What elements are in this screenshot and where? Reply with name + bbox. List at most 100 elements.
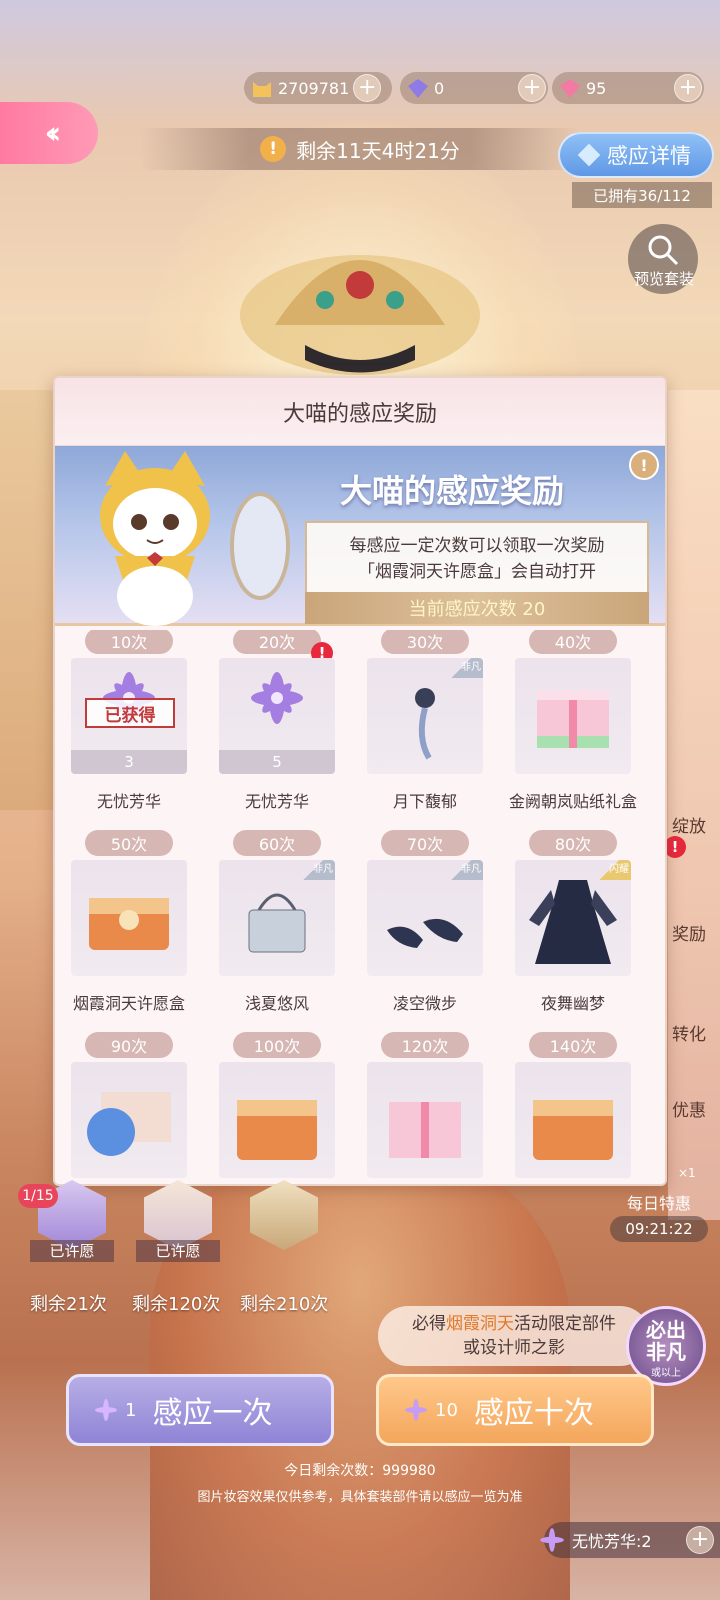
- reward-slot: [71, 1062, 187, 1178]
- daily-deal-label: 每日特惠: [626, 1194, 691, 1213]
- side-bloom[interactable]: 绽放: [672, 812, 706, 837]
- guarantee-line2: 或设计师之影: [463, 1338, 565, 1358]
- gift-box-icon: [537, 690, 609, 748]
- add-flower-button[interactable]: +: [686, 1526, 714, 1554]
- reward-name: 夜舞幽梦: [540, 994, 605, 1013]
- double-chevron-left-icon: ‹‹: [44, 115, 61, 151]
- current-sense-count: 当前感应次数 20: [305, 592, 649, 624]
- rarity-tag: 闪耀: [593, 860, 631, 880]
- reward-item[interactable]: 60次 非凡 浅夏悠风: [203, 830, 351, 1030]
- back-button[interactable]: ‹‹: [0, 102, 98, 164]
- reward-slot: [515, 658, 631, 774]
- flower-currency-icon: [540, 1528, 564, 1552]
- mirror-image: [230, 492, 290, 600]
- reward-name: 无忧芳华: [96, 792, 161, 811]
- reward-item[interactable]: 100次: [203, 1032, 351, 1184]
- add-diamonds-button[interactable]: +: [518, 74, 546, 102]
- wish-remaining: 剩余120次: [132, 1294, 221, 1315]
- guarantee-banner: 必得烟霞洞天活动限定部件 或设计师之影: [378, 1306, 650, 1366]
- add-coins-button[interactable]: +: [353, 74, 382, 102]
- reward-slot: 非凡: [219, 860, 335, 976]
- reward-slot: 5: [219, 658, 335, 774]
- today-remaining: 今日剩余次数：999980: [284, 1463, 436, 1479]
- cat-mascot-image: [100, 451, 210, 626]
- rarity-tag: 非凡: [445, 860, 483, 880]
- reward-name: 浅夏悠风: [244, 994, 309, 1013]
- reward-item[interactable]: 140次: [499, 1032, 647, 1184]
- gift-box-icon: [389, 1102, 461, 1158]
- crown-artwork: [240, 255, 480, 375]
- modal-title: 大喵的感应奖励: [55, 378, 665, 446]
- wish-status: 已许愿: [136, 1240, 220, 1262]
- add-pink-diamonds-button[interactable]: +: [674, 74, 702, 102]
- guarantee-post: 活动限定部件: [514, 1314, 616, 1334]
- reward-modal: 大喵的感应奖励 大喵的感应奖励 ! 每感应一定次数可以领取一次奖励 「烟霞洞天许…: [53, 376, 667, 1186]
- pink-diamond-value: 95: [586, 78, 607, 98]
- reward-banner: 大喵的感应奖励 ! 每感应一定次数可以领取一次奖励 「烟霞洞天许愿盒」会自动打开…: [55, 446, 665, 626]
- exclamation-icon: !: [260, 136, 287, 162]
- reward-item[interactable]: 80次 闪耀 夜舞幽梦: [499, 830, 647, 1030]
- daily-multiplier: ×1: [678, 1166, 696, 1180]
- reward-name: 凌空微步: [392, 994, 457, 1013]
- reward-slot: [71, 860, 187, 976]
- wish-box-icon: [89, 898, 169, 950]
- reward-grid: 10次 已获得 3 无忧芳华 20次 ! 5 无忧芳华 30次 非凡 月下馥郁: [55, 630, 665, 1184]
- reward-threshold: 20次: [233, 630, 321, 654]
- rarity-tag: 非凡: [297, 860, 335, 880]
- sense-details-label: 感应详情: [607, 144, 691, 168]
- side-discount[interactable]: 优惠: [672, 1096, 706, 1121]
- sense-details-button[interactable]: 感应详情: [558, 132, 714, 178]
- box-icon: [87, 1092, 171, 1156]
- reward-name: 月下馥郁: [392, 792, 457, 811]
- wish-slot[interactable]: 已许愿: [136, 1180, 220, 1266]
- reward-threshold: 40次: [529, 630, 617, 654]
- side-reward[interactable]: 奖励: [672, 920, 706, 945]
- reward-quantity: 5: [219, 750, 335, 774]
- sense-ten-label: 感应十次: [473, 1396, 594, 1431]
- sense-once-label: 感应一次: [152, 1396, 273, 1431]
- sense-once-button[interactable]: 1 感应一次: [66, 1374, 334, 1446]
- banner-title: 大喵的感应奖励: [340, 472, 565, 510]
- timer-text: 剩余11天4时21分: [296, 138, 460, 163]
- reward-slot: 非凡: [367, 658, 483, 774]
- must-line2: 非凡: [646, 1340, 686, 1364]
- flower-resource-counter: 无忧芳华:2 +: [540, 1522, 720, 1558]
- reward-item[interactable]: 30次 非凡 月下馥郁: [351, 630, 499, 828]
- reward-item[interactable]: 50次 烟霞洞天许愿盒: [55, 830, 203, 1030]
- sense-ten-button[interactable]: 10 感应十次: [376, 1374, 654, 1446]
- wish-slot[interactable]: [246, 1180, 322, 1266]
- coin-value: 2709781: [278, 78, 350, 98]
- reward-threshold: 100次: [233, 1032, 321, 1058]
- reward-item[interactable]: 20次 ! 5 无忧芳华: [203, 630, 351, 828]
- reward-name: 金阙朝岚贴纸礼盒: [508, 792, 637, 811]
- reward-item[interactable]: 90次: [55, 1032, 203, 1184]
- owned-count: 已拥有36/112: [572, 182, 712, 208]
- purple-diamond-icon: [408, 79, 428, 98]
- guarantee-pre: 必得: [412, 1314, 446, 1334]
- reward-threshold: 30次: [381, 630, 469, 654]
- reward-slot: 闪耀: [515, 860, 631, 976]
- wish-remaining: 剩余210次: [240, 1294, 329, 1315]
- wish-box-icon: [533, 1100, 613, 1160]
- background-fabric: [0, 390, 60, 810]
- reward-item[interactable]: 120次: [351, 1032, 499, 1184]
- side-convert[interactable]: 转化: [672, 1020, 706, 1045]
- must-line1: 必出: [646, 1318, 686, 1342]
- info-line-1: 每感应一定次数可以领取一次奖励: [349, 536, 605, 556]
- blue-diamond-value: 0: [434, 78, 445, 98]
- wish-remaining: 剩余21次: [30, 1294, 107, 1315]
- diamond-icon: [577, 143, 601, 167]
- wish-box-icon: [237, 1100, 317, 1160]
- rarity-tag: 非凡: [445, 658, 483, 678]
- flower-currency-icon: [95, 1399, 117, 1421]
- info-exclamation-icon[interactable]: !: [629, 450, 659, 480]
- reward-item[interactable]: 70次 非凡 凌空微步: [351, 830, 499, 1030]
- daily-deal-time: 09:21:22: [610, 1216, 708, 1242]
- event-timer: ! 剩余11天4时21分: [140, 128, 580, 170]
- reward-item[interactable]: 40次 金阙朝岚贴纸礼盒: [499, 630, 647, 828]
- reward-threshold: 80次: [529, 830, 617, 856]
- reward-threshold: 50次: [85, 830, 173, 856]
- reward-item[interactable]: 10次 已获得 3 无忧芳华: [55, 630, 203, 828]
- reward-threshold: 60次: [233, 830, 321, 856]
- guarantee-highlight: 烟霞洞天: [446, 1314, 514, 1334]
